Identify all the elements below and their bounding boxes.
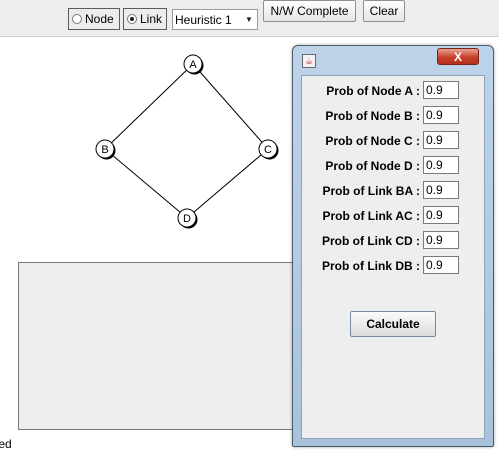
graph-canvas[interactable]: A B C D <box>0 37 290 259</box>
graph-edges <box>104 63 269 219</box>
graph-link-AB[interactable] <box>104 63 194 150</box>
graph-node-label: B <box>101 144 108 156</box>
graph-link-AC[interactable] <box>192 63 269 150</box>
graph-node-B[interactable]: B <box>95 139 116 160</box>
prob-row: Prob of Link CD :0.9 <box>302 231 484 251</box>
radio-button-icon <box>127 14 137 24</box>
prob-label: Prob of Link BA : <box>322 184 420 198</box>
prob-input[interactable]: 0.9 <box>423 156 459 174</box>
prob-label: Prob of Node C : <box>325 134 420 148</box>
prob-row: Prob of Node C :0.9 <box>302 131 484 151</box>
prob-label: Prob of Node A : <box>326 84 420 98</box>
nw-complete-button[interactable]: N/W Complete <box>263 0 356 22</box>
heuristic-select[interactable]: Heuristic 1 ▼ <box>172 9 258 30</box>
dialog-content: Calculate Prob of Node A :0.9 Prob of Nod… <box>301 75 485 439</box>
prob-row: Prob of Link DB :0.9 <box>302 256 484 276</box>
link-radio-label: Link <box>139 12 162 26</box>
java-icon: ☕ <box>302 54 316 68</box>
graph-node-label: D <box>183 213 191 225</box>
prob-row: Prob of Node A :0.9 <box>302 81 484 101</box>
close-button[interactable]: X <box>437 48 479 65</box>
toolbar: Node Link Heuristic 1 ▼ N/W Complete Cle… <box>0 0 499 37</box>
chevron-down-icon[interactable]: ▼ <box>241 10 257 29</box>
prob-input[interactable]: 0.9 <box>423 206 459 224</box>
prob-row: Prob of Node B :0.9 <box>302 106 484 126</box>
graph-nodes: A B C D <box>95 54 279 229</box>
prob-input[interactable]: 0.9 <box>423 181 459 199</box>
prob-input[interactable]: 0.9 <box>423 131 459 149</box>
node-radio[interactable]: Node <box>68 8 120 30</box>
graph-node-label: A <box>189 59 197 71</box>
clear-button[interactable]: Clear <box>363 0 405 22</box>
prob-label: Prob of Node D : <box>325 159 420 173</box>
prob-row: Prob of Node D :0.9 <box>302 156 484 176</box>
prob-label: Prob of Link DB : <box>322 259 420 273</box>
node-radio-label: Node <box>85 12 114 26</box>
graph-node-label: C <box>264 144 272 156</box>
radio-button-icon <box>72 14 82 24</box>
prob-input[interactable]: 0.9 <box>423 81 459 99</box>
output-text-area[interactable] <box>18 262 308 430</box>
graph-link-CD[interactable] <box>186 148 269 219</box>
heuristic-select-value: Heuristic 1 <box>175 12 232 27</box>
calculate-button[interactable]: Calculate <box>350 311 436 337</box>
graph-node-A[interactable]: A <box>183 54 204 75</box>
graph-link-BD[interactable] <box>104 148 188 219</box>
prob-label: Prob of Node B : <box>325 109 420 123</box>
dialog-titlebar[interactable]: ☕ X <box>293 46 493 72</box>
prob-label: Prob of Link AC : <box>322 209 420 223</box>
graph-node-C[interactable]: C <box>258 139 279 160</box>
prob-input[interactable]: 0.9 <box>423 231 459 249</box>
prob-input[interactable]: 0.9 <box>423 256 459 274</box>
link-radio[interactable]: Link <box>123 8 167 30</box>
probability-dialog: ☕ X Calculate Prob of Node A :0.9 Prob of… <box>292 45 494 447</box>
prob-label: Prob of Link CD : <box>322 234 420 248</box>
prob-input[interactable]: 0.9 <box>423 106 459 124</box>
prob-row: Prob of Link BA :0.9 <box>302 181 484 201</box>
prob-row: Prob of Link AC :0.9 <box>302 206 484 226</box>
